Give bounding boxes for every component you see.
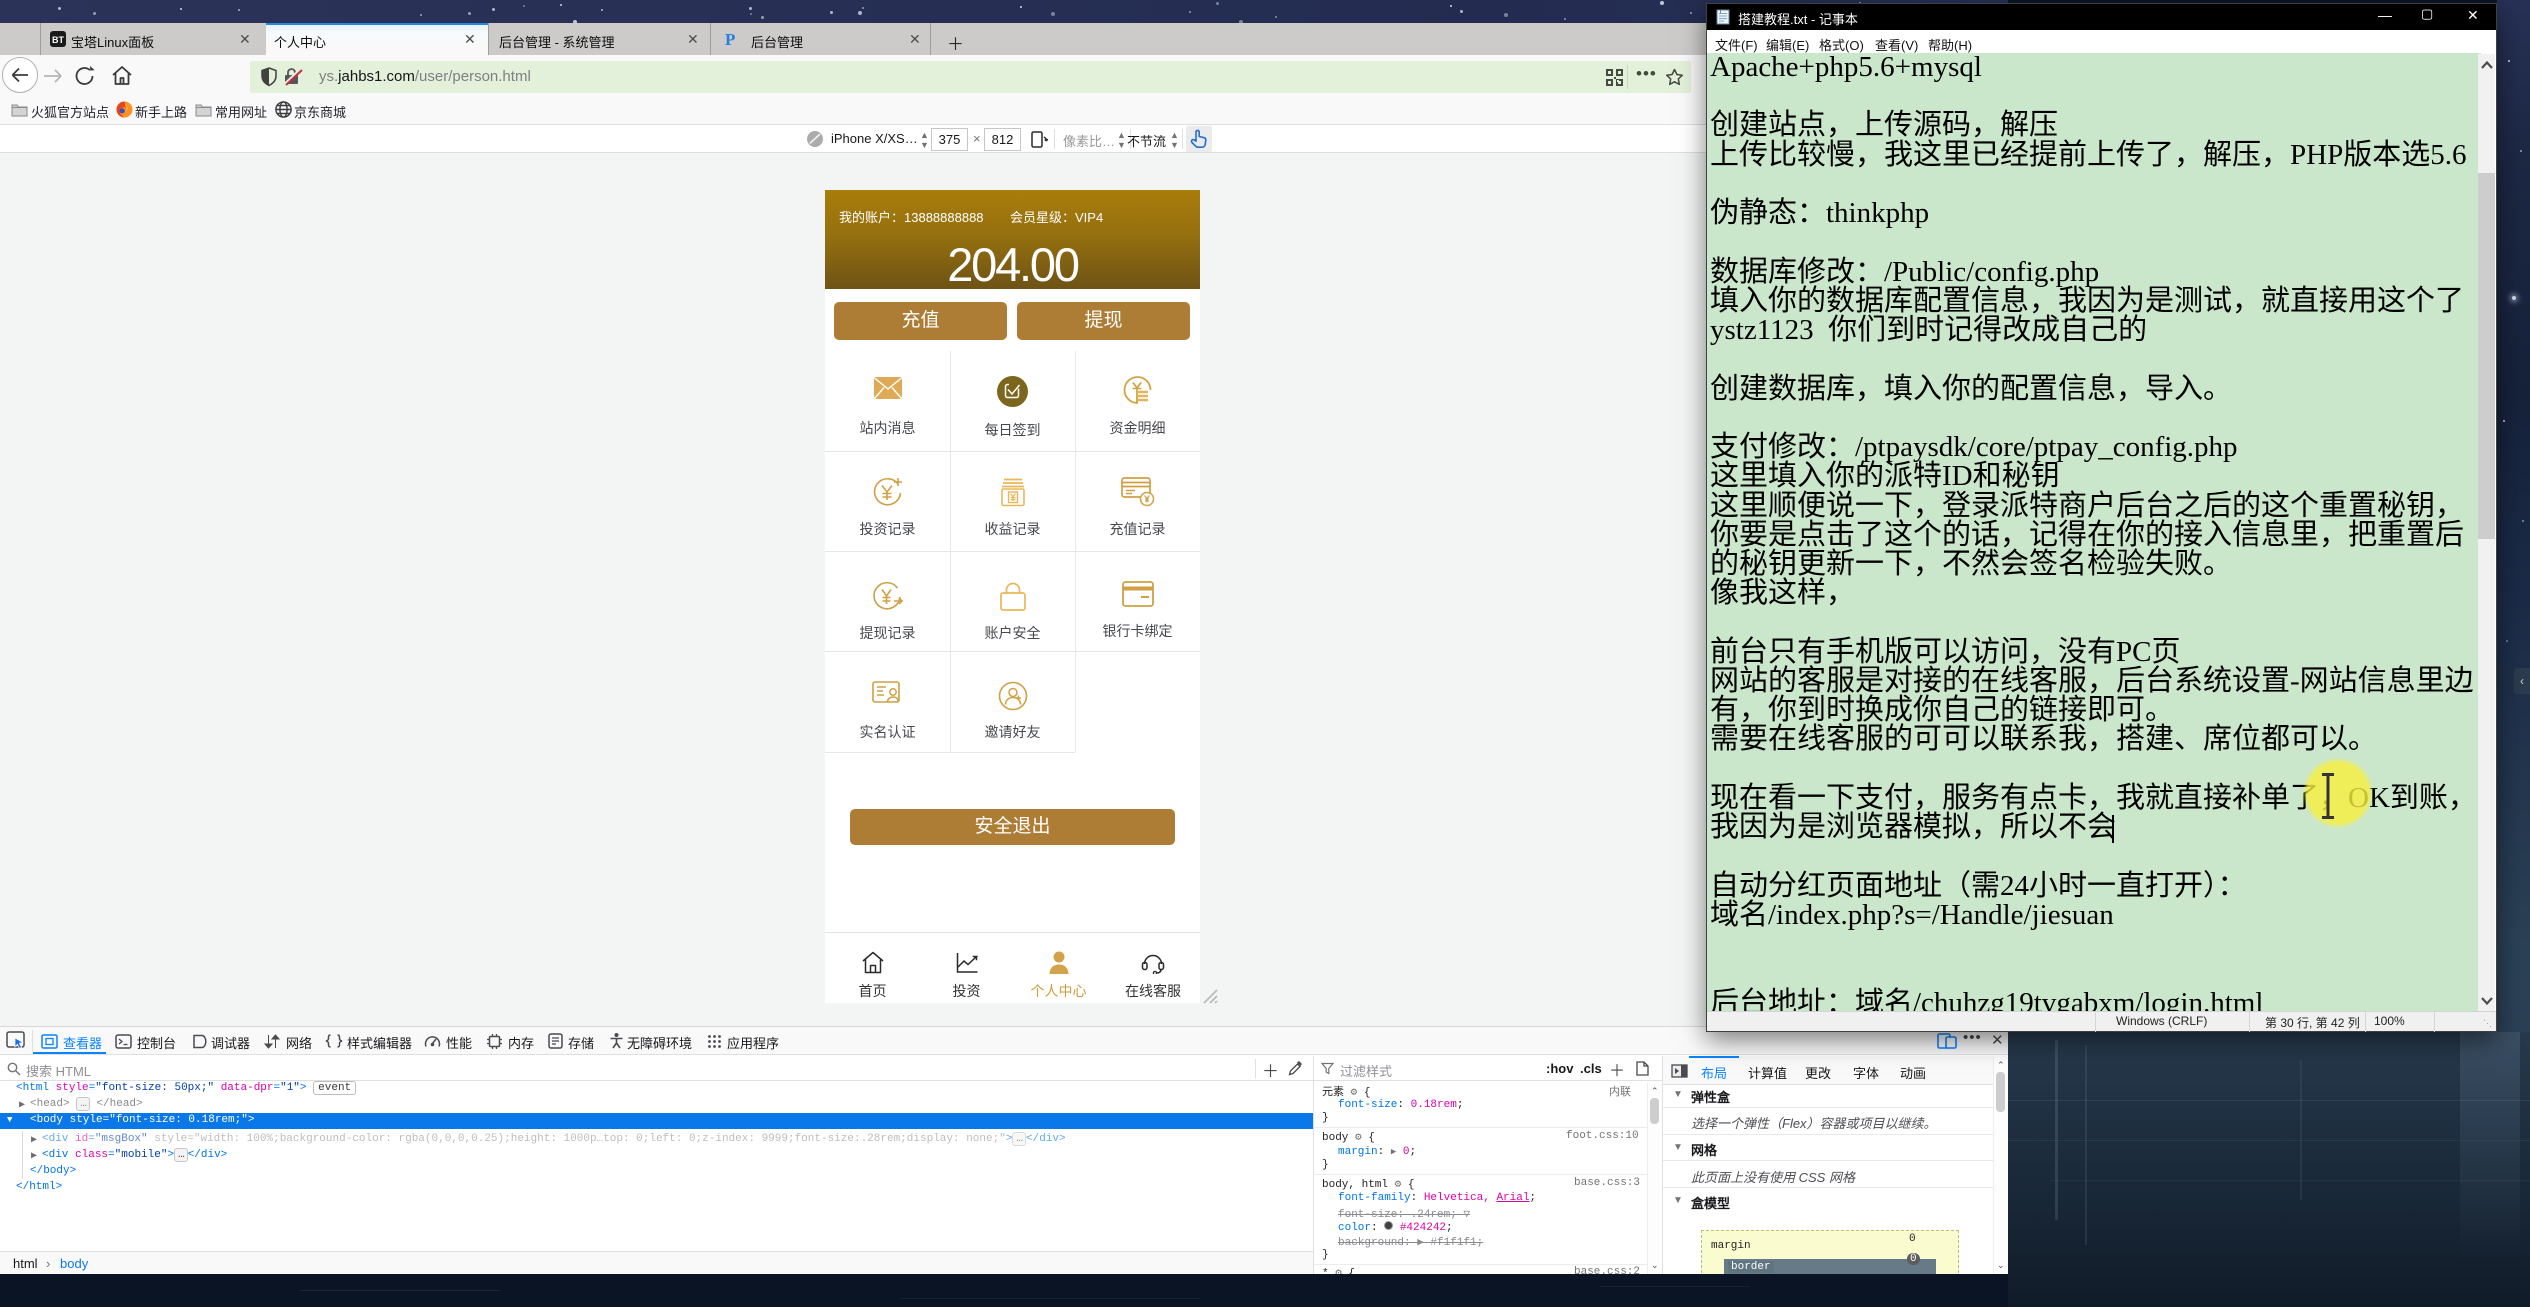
svg-text:BT: BT [52, 35, 64, 45]
svg-text:P: P [725, 31, 735, 48]
